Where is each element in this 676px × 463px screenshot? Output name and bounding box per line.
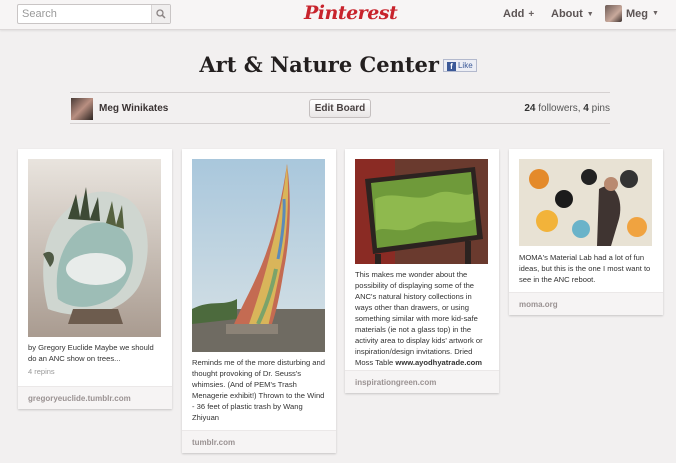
user-menu[interactable]: Meg ▼ bbox=[605, 5, 659, 22]
search-icon bbox=[156, 9, 166, 19]
owner-avatar[interactable] bbox=[71, 98, 93, 120]
pin-source[interactable]: tumblr.com bbox=[182, 430, 336, 453]
pin-description-link[interactable]: www.ayodhyatrade.com bbox=[395, 358, 482, 367]
chevron-down-icon: ▼ bbox=[586, 10, 594, 18]
board-title-row: Art & Nature Center f Like bbox=[0, 52, 676, 77]
followers-count[interactable]: 24 bbox=[524, 103, 535, 114]
facebook-like-button[interactable]: f Like bbox=[442, 59, 477, 72]
top-bar: Pinterest Add + About ▼ Meg ▼ bbox=[0, 0, 676, 30]
add-menu[interactable]: Add + bbox=[503, 8, 534, 20]
like-label: Like bbox=[457, 61, 473, 70]
pin-image[interactable] bbox=[355, 159, 488, 264]
avatar bbox=[605, 5, 622, 22]
plus-icon: + bbox=[528, 8, 535, 20]
search-box bbox=[17, 4, 171, 24]
pin-source[interactable]: moma.org bbox=[509, 292, 663, 315]
followers-label[interactable]: followers, bbox=[538, 103, 580, 114]
user-label: Meg bbox=[626, 7, 648, 20]
pin-description-text: This makes me wonder about the possibili… bbox=[355, 270, 483, 367]
pin-image[interactable] bbox=[28, 159, 161, 337]
about-menu[interactable]: About ▼ bbox=[551, 8, 594, 20]
pin-repins[interactable]: 4 repins bbox=[28, 367, 55, 376]
pin-card: by Gregory Euclide Maybe we should do an… bbox=[18, 149, 172, 409]
add-label: Add bbox=[503, 8, 525, 20]
facebook-icon: f bbox=[446, 62, 456, 71]
board-info-bar: Meg Winikates Edit Board 24 followers, 4… bbox=[70, 92, 610, 124]
pin-description: by Gregory Euclide Maybe we should do an… bbox=[28, 343, 154, 363]
pin-description: Reminds me of the more disturbing and th… bbox=[192, 358, 325, 422]
pin-image[interactable] bbox=[519, 159, 652, 246]
pin-image-art bbox=[519, 159, 652, 246]
pin-source[interactable]: inspirationgreen.com bbox=[345, 370, 499, 393]
pins-count: 4 bbox=[583, 103, 589, 114]
pin-image[interactable] bbox=[192, 159, 325, 352]
chevron-down-icon: ▼ bbox=[652, 10, 659, 17]
search-button[interactable] bbox=[151, 5, 170, 23]
pin-image-art bbox=[28, 159, 161, 337]
pin-card: This makes me wonder about the possibili… bbox=[345, 149, 499, 393]
pin-source[interactable]: gregoryeuclide.tumblr.com bbox=[18, 386, 172, 409]
edit-board-button[interactable]: Edit Board bbox=[309, 99, 371, 118]
pin-card: Reminds me of the more disturbing and th… bbox=[182, 149, 336, 453]
owner-name[interactable]: Meg Winikates bbox=[99, 103, 168, 114]
pins-label: pins bbox=[591, 103, 610, 114]
pin-description: This makes me wonder about the possibili… bbox=[355, 269, 490, 368]
board-title: Art & Nature Center bbox=[199, 52, 439, 77]
about-label: About bbox=[551, 8, 583, 20]
pin-card: MOMA's Material Lab had a lot of fun ide… bbox=[509, 149, 663, 315]
pin-image-art bbox=[355, 159, 488, 264]
search-input[interactable] bbox=[18, 5, 152, 23]
pinterest-logo[interactable]: Pinterest bbox=[304, 2, 398, 24]
pin-description: MOMA's Material Lab had a lot of fun ide… bbox=[519, 253, 651, 284]
pin-image-art bbox=[192, 159, 325, 352]
board-stats: 24 followers, 4 pins bbox=[524, 103, 610, 114]
